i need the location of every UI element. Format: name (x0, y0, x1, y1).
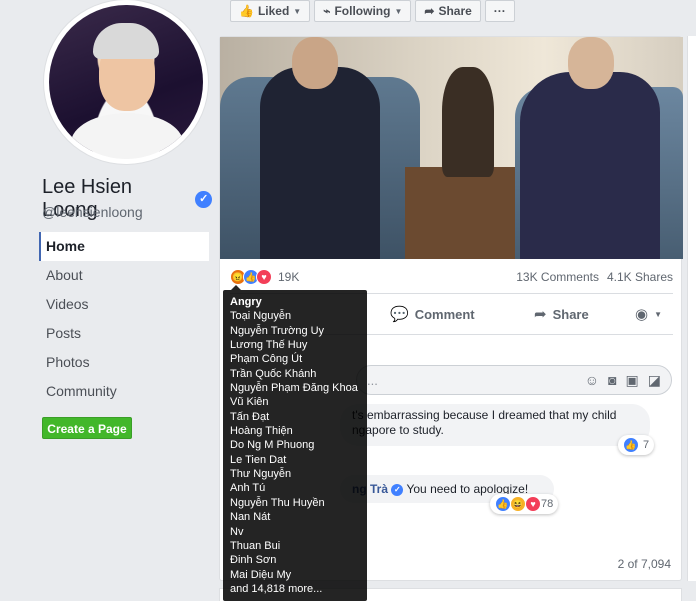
chevron-down-icon: ▼ (394, 6, 403, 16)
comment-reaction-count: 78 (541, 498, 554, 510)
reactor-name: Nguyễn Phạm Đăng Khoa (230, 382, 358, 395)
comment-label: Comment (414, 306, 475, 322)
reactor-name: Nguyễn Thu Huyền (230, 496, 325, 509)
reactor-name: Hoàng Thiện (230, 425, 293, 438)
share-page-button[interactable]: ➦ Share (415, 0, 481, 22)
tooltip-more: and 14,818 more... (230, 582, 323, 595)
camera-icon[interactable]: ◙ (608, 372, 616, 389)
sidebar-item-posts[interactable]: Posts (39, 319, 209, 348)
comment-bubble: t's embarrassing because I dreamed that … (340, 404, 650, 446)
reactions-summary: 😠 👍 ♥ 19K 13K Comments 4.1K Shares (220, 263, 683, 291)
page-handle[interactable]: @leehsienloong (42, 204, 143, 220)
comment-reactions[interactable]: 👍 7 (618, 435, 655, 455)
reactions-tooltip: Angry Toại Nguyễn Nguyễn Trường Uy Lương T… (223, 285, 367, 601)
sidebar-item-videos[interactable]: Videos (39, 290, 209, 319)
verified-badge-icon: ✓ (195, 190, 212, 208)
post-stats: 13K Comments 4.1K Shares (516, 270, 673, 284)
love-reaction-icon: ♥ (525, 496, 541, 512)
reactor-name: Do Ng M Phuong (230, 439, 315, 452)
photo-table (405, 167, 515, 259)
avatar-shirt (71, 113, 183, 159)
reactor-name: Thư Nguyễn (230, 468, 292, 481)
photo-statue (442, 67, 494, 177)
liked-button[interactable]: 👍 Liked ▼ (230, 0, 311, 22)
love-reaction-icon[interactable]: ♥ (256, 269, 272, 285)
reactor-name: Lương Thế Huy (230, 339, 308, 352)
chevron-down-icon: ▼ (293, 6, 302, 16)
create-page-button[interactable]: Create a Page (42, 417, 132, 439)
thumbs-up-icon: 👍 (239, 4, 254, 18)
left-column: Lee Hsien Loong ✓ @leehsienloong Home Ab… (0, 0, 212, 601)
photo-person-right (520, 72, 660, 259)
reactor-name: Toại Nguyễn (230, 310, 292, 323)
more-dots-icon: ··· (493, 4, 506, 18)
following-button[interactable]: ⌁ Following ▼ (314, 0, 412, 22)
reactor-name: Thuan Bui (230, 539, 281, 552)
sticker-icon[interactable]: ◪ (648, 372, 661, 389)
audience-selector[interactable]: ◉ ▼ (635, 305, 662, 323)
sidebar-item-home[interactable]: Home (39, 232, 209, 261)
adjacent-card-edge (687, 36, 696, 581)
reactor-name: Nan Nát (230, 511, 271, 524)
reactor-name: Đinh Sơn (230, 554, 277, 567)
share-label: Share (552, 306, 589, 322)
page-actions-bar: 👍 Liked ▼ ⌁ Following ▼ ➦ Share ··· (230, 0, 515, 22)
like-reaction-icon: 👍 (495, 496, 511, 512)
reactor-name: Vũ Kiên (230, 396, 269, 409)
reactor-name: Trần Quốc Khánh (230, 367, 317, 380)
comments-count[interactable]: 13K Comments (516, 270, 599, 284)
following-label: Following (334, 4, 391, 18)
more-options-button[interactable]: ··· (484, 0, 515, 22)
chevron-down-icon: ▼ (654, 309, 663, 319)
comment-text-line2: ngapore to study. (352, 423, 444, 437)
tooltip-title: Angry (230, 296, 262, 308)
reactor-name: Le Tien Dat (230, 453, 287, 466)
user-avatar-icon: ◉ (635, 306, 649, 323)
share-arrow-icon: ➦ (534, 306, 547, 323)
sidebar-nav: Home About Videos Posts Photos Community (39, 232, 209, 406)
photo-head-left (292, 37, 338, 89)
like-reaction-icon: 👍 (623, 437, 639, 453)
avatar (49, 5, 203, 159)
comment-input-icons: ☺ ◙ ▣ ◪ (585, 372, 661, 389)
page: Lee Hsien Loong ✓ @leehsienloong Home Ab… (0, 0, 696, 601)
share-arrow-icon: ➦ (424, 4, 435, 18)
photo-head-right (568, 37, 614, 89)
share-button[interactable]: ➦ Share (534, 305, 589, 323)
profile-picture-frame[interactable] (44, 0, 208, 164)
reactor-name: Nguyễn Trường Uy (230, 324, 325, 337)
sidebar-item-photos[interactable]: Photos (39, 348, 209, 377)
reactor-name: Anh Tú (230, 482, 266, 495)
comment-button[interactable]: 💬 Comment (390, 305, 475, 323)
emoji-icon[interactable]: ☺ (585, 372, 599, 389)
speech-bubble-icon: 💬 (390, 306, 409, 323)
reactor-name: Phạm Công Út (230, 353, 303, 366)
comment-text-line1: t's embarrassing because I dreamed that … (352, 408, 617, 422)
reaction-icons[interactable]: 😠 👍 ♥ (230, 269, 272, 285)
comment-input[interactable]: ... ☺ ◙ ▣ ◪ (356, 365, 672, 395)
sidebar-item-community[interactable]: Community (39, 377, 209, 406)
gif-icon[interactable]: ▣ (626, 372, 639, 389)
reaction-count[interactable]: 19K (278, 270, 299, 284)
rss-icon: ⌁ (323, 4, 331, 18)
photo-person-left (260, 67, 380, 259)
reactor-name: Tấn Đạt (230, 410, 270, 423)
comment-reactions[interactable]: 👍 😆 ♥ 78 (490, 494, 559, 514)
avatar-hair (93, 23, 159, 59)
haha-reaction-icon: 😆 (510, 496, 526, 512)
verified-badge-icon: ✓ (391, 483, 404, 496)
reactor-name: Nv (230, 525, 244, 538)
sidebar-item-about[interactable]: About (39, 261, 209, 290)
comment-pager: 2 of 7,094 (617, 557, 671, 571)
liked-label: Liked (257, 4, 290, 18)
share-page-label: Share (438, 4, 472, 18)
comment-reaction-count: 7 (643, 439, 650, 451)
reactor-list: Toại Nguyễn Nguyễn Trường Uy Lương Thế Huy… (230, 309, 360, 582)
shares-count[interactable]: 4.1K Shares (607, 270, 673, 284)
reactor-name: Mai Diệu My (230, 568, 292, 581)
post-photo[interactable] (220, 37, 683, 259)
comment-placeholder: ... (367, 372, 378, 388)
